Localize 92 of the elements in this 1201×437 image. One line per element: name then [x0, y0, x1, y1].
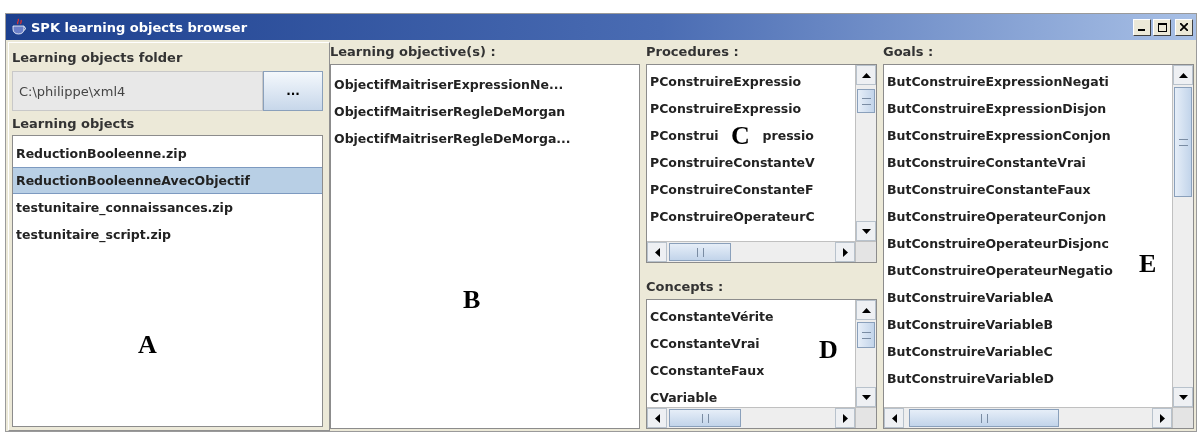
scroll-left-button[interactable]: [884, 408, 904, 428]
browse-button[interactable]: ...: [263, 71, 323, 111]
list-item[interactable]: ButConstruireVariableC: [887, 338, 1053, 365]
list-item[interactable]: CConstanteFaux: [650, 357, 765, 384]
annotation-letter: D: [819, 337, 838, 363]
list-item[interactable]: CConstanteVrai: [650, 330, 760, 357]
scroll-down-button[interactable]: [1173, 387, 1193, 407]
grip-icon: [980, 413, 988, 423]
right-arrow-icon: [1157, 413, 1167, 423]
scroll-right-button[interactable]: [835, 242, 855, 262]
up-arrow-icon: [861, 70, 871, 80]
annotation-letter: B: [463, 287, 481, 313]
annotation-letter: A: [138, 332, 157, 358]
grip-icon: [701, 413, 709, 423]
down-arrow-icon: [861, 392, 871, 402]
horizontal-scrollbar[interactable]: [647, 408, 855, 428]
list-item[interactable]: PConstruireExpressio: [650, 95, 802, 122]
scrollbar-thumb[interactable]: [669, 409, 741, 427]
scroll-up-button[interactable]: [856, 65, 876, 85]
list-item[interactable]: ButConstruireVariableB: [887, 311, 1053, 338]
minimize-button[interactable]: [1133, 18, 1151, 36]
list-item[interactable]: ButConstruireExpressionDisjon: [887, 95, 1107, 122]
grip-icon: [861, 97, 871, 105]
horizontal-scrollbar[interactable]: [884, 408, 1172, 428]
left-arrow-icon: [652, 413, 662, 423]
section-label: Concepts :: [646, 278, 725, 296]
list-item[interactable]: PConstrui: [650, 122, 719, 149]
right-arrow-icon: [840, 247, 850, 257]
list-item[interactable]: ButConstruireExpressionNegati: [887, 68, 1109, 95]
grip-icon: [696, 247, 704, 257]
scrollbar-thumb[interactable]: [857, 322, 875, 348]
list-item[interactable]: PConstruireOperateurC: [650, 203, 815, 230]
close-icon: [1180, 23, 1188, 31]
scrollbar-thumb[interactable]: [669, 243, 731, 261]
scrollbar-thumb[interactable]: [909, 409, 1059, 427]
list-item[interactable]: ButConstruireConstanteFaux: [887, 176, 1091, 203]
list-item[interactable]: ReductionBooleenne.zip: [13, 140, 322, 167]
up-arrow-icon: [1178, 70, 1188, 80]
down-arrow-icon: [1178, 392, 1188, 402]
vertical-scrollbar[interactable]: [855, 300, 876, 407]
up-arrow-icon: [861, 305, 871, 315]
scroll-down-button[interactable]: [856, 221, 876, 241]
maximize-icon: [1157, 22, 1167, 32]
coffee-cup-icon: [11, 18, 27, 36]
list-item[interactable]: ButConstruireOperateurConjon: [887, 203, 1107, 230]
list-item[interactable]: CConstanteVérite: [650, 303, 774, 330]
left-arrow-icon: [889, 413, 899, 423]
window-title: SPK learning objects browser: [31, 19, 249, 35]
section-label: Procedures :: [646, 43, 740, 61]
list-item[interactable]: pressio: [762, 122, 814, 149]
list-item[interactable]: ReductionBooleenneAvecObjectif: [13, 167, 322, 194]
scroll-down-button[interactable]: [856, 387, 876, 407]
annotation-letter: C: [731, 123, 750, 149]
list-item[interactable]: ObjectifMaitriserRegleDeMorgan: [334, 98, 566, 125]
horizontal-scrollbar[interactable]: [647, 242, 855, 262]
scrollbar-thumb[interactable]: [857, 89, 875, 113]
list-item[interactable]: PConstruireConstanteV: [650, 149, 815, 176]
scrollbar-thumb[interactable]: [1174, 87, 1192, 197]
annotation-letter: E: [1139, 251, 1157, 277]
section-label: Goals :: [883, 43, 935, 61]
section-label: Learning objects folder: [12, 49, 184, 67]
list-item[interactable]: ButConstruireVariableD: [887, 365, 1054, 392]
scroll-left-button[interactable]: [647, 408, 667, 428]
scroll-left-button[interactable]: [647, 242, 667, 262]
list-item[interactable]: testunitaire_script.zip: [13, 221, 322, 248]
list-item[interactable]: ButConstruireExpressionConjon: [887, 122, 1111, 149]
list-item[interactable]: ObjectifMaitriserExpressionNe...: [334, 71, 564, 98]
scroll-up-button[interactable]: [1173, 65, 1193, 85]
vertical-scrollbar[interactable]: [1172, 65, 1193, 407]
list-item[interactable]: ObjectifMaitriserRegleDeMorga...: [334, 125, 571, 152]
down-arrow-icon: [861, 226, 871, 236]
scroll-right-button[interactable]: [1152, 408, 1172, 428]
list-item[interactable]: CVariable: [650, 384, 718, 407]
right-arrow-icon: [840, 413, 850, 423]
grip-icon: [1178, 138, 1188, 146]
list-item[interactable]: ButConstruireOperateurDisjonc: [887, 230, 1109, 257]
section-label: Learning objects: [12, 115, 136, 133]
scroll-right-button[interactable]: [835, 408, 855, 428]
left-arrow-icon: [652, 247, 662, 257]
list-item[interactable]: testunitaire_connaissances.zip: [13, 194, 322, 221]
close-button[interactable]: [1175, 18, 1193, 36]
scroll-up-button[interactable]: [856, 300, 876, 320]
section-label: Learning objective(s) :: [330, 43, 497, 61]
list-item[interactable]: ButConstruireOperateurNegatio: [887, 257, 1113, 284]
list-item[interactable]: PConstruireExpressio: [650, 68, 802, 95]
maximize-button[interactable]: [1153, 18, 1171, 36]
folder-path-field[interactable]: C:\philippe\xml4: [12, 71, 263, 111]
list-item[interactable]: ButConstruireConstanteVrai: [887, 149, 1086, 176]
list-item[interactable]: PConstruireConstanteF: [650, 176, 814, 203]
vertical-scrollbar[interactable]: [855, 65, 876, 241]
grip-icon: [861, 331, 871, 339]
list-item[interactable]: ButConstruireVariableA: [887, 284, 1054, 311]
